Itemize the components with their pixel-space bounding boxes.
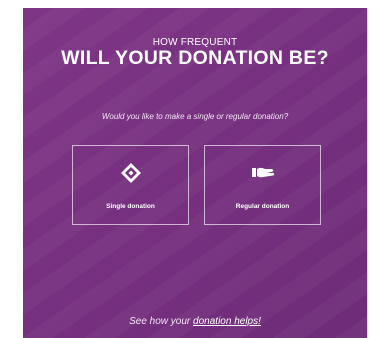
giving-hand-icon	[251, 162, 275, 184]
donation-helps-link[interactable]: donation helps!	[193, 316, 261, 327]
single-donation-button[interactable]: Single donation	[72, 145, 189, 225]
donation-question: Would you like to make a single or regul…	[101, 112, 289, 121]
regular-donation-label: Regular donation	[235, 203, 290, 210]
donation-help-footer: See how your donation helps!	[23, 316, 367, 327]
page-edge-divider	[367, 8, 368, 338]
diamond-shield-icon	[119, 162, 143, 184]
donation-frequency-panel: HOW FREQUENT WILL YOUR DONATION BE? Woul…	[23, 8, 367, 338]
page-title: WILL YOUR DONATION BE?	[61, 47, 329, 69]
footer-text: See how your	[129, 316, 194, 327]
single-donation-label: Single donation	[106, 203, 155, 210]
regular-donation-button[interactable]: Regular donation	[204, 145, 321, 225]
